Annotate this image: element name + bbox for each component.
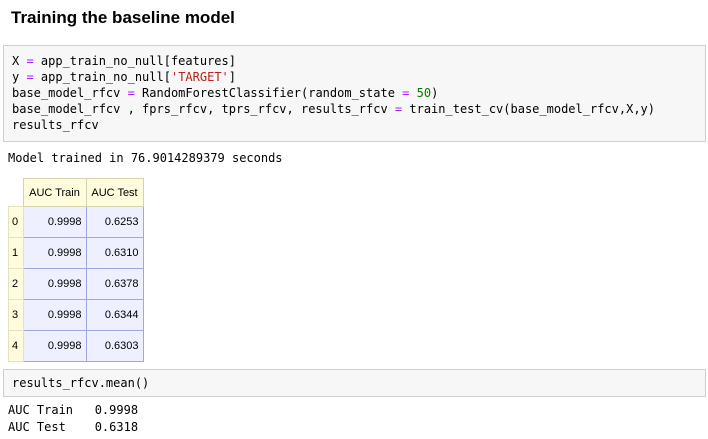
code-editor[interactable]: X = app_train_no_null[features] y = app_… <box>12 53 655 133</box>
code-cell-mean[interactable]: results_rfcv.mean() <box>3 369 706 397</box>
code-line: y = app_train_no_null['TARGET'] <box>12 70 236 84</box>
auc-train-cell: 0.9998 <box>22 237 87 269</box>
table-row: 2 0.9998 0.6378 <box>8 268 144 300</box>
auc-test-cell: 0.6310 <box>85 237 144 269</box>
auc-test-cell: 0.6344 <box>85 299 144 331</box>
results-dataframe: AUC Train AUC Test 0 0.9998 0.6253 1 0.9… <box>8 178 144 362</box>
row-index: 1 <box>8 237 24 269</box>
section-heading: Training the baseline model <box>11 8 235 27</box>
index-header <box>9 179 24 207</box>
code-line: results_rfcv <box>12 118 99 132</box>
mean-output-line: AUC Train 0.9998 <box>8 403 139 417</box>
code-line: base_model_rfcv = RandomForestClassifier… <box>12 86 439 100</box>
row-index: 4 <box>8 330 24 362</box>
table-row: 0 0.9998 0.6253 <box>8 206 144 238</box>
table-row: 3 0.9998 0.6344 <box>8 299 144 331</box>
row-index: 2 <box>8 268 24 300</box>
auc-test-cell: 0.6303 <box>85 330 144 362</box>
table-row: 1 0.9998 0.6310 <box>8 237 144 269</box>
auc-train-cell: 0.9998 <box>22 268 87 300</box>
auc-test-cell: 0.6378 <box>85 268 144 300</box>
auc-test-cell: 0.6253 <box>85 206 144 238</box>
code-editor[interactable]: results_rfcv.mean() <box>12 375 149 391</box>
code-line: X = app_train_no_null[features] <box>12 54 236 68</box>
row-index: 3 <box>8 299 24 331</box>
code-line: base_model_rfcv , fprs_rfcv, tprs_rfcv, … <box>12 102 656 116</box>
row-index: 0 <box>8 206 24 238</box>
training-time-output: Model trained in 76.9014289379 seconds <box>8 151 283 165</box>
column-header-auc-test: AUC Test <box>85 178 144 207</box>
auc-train-cell: 0.9998 <box>22 299 87 331</box>
mean-output: AUC Train 0.9998 AUC Test 0.6318 <box>8 402 138 436</box>
mean-output-line: AUC Test 0.6318 <box>8 420 139 434</box>
column-header-auc-train: AUC Train <box>22 178 87 207</box>
auc-train-cell: 0.9998 <box>22 206 87 238</box>
auc-train-cell: 0.9998 <box>22 330 87 362</box>
code-cell-training[interactable]: X = app_train_no_null[features] y = app_… <box>3 45 706 142</box>
table-row: 4 0.9998 0.6303 <box>8 330 144 362</box>
